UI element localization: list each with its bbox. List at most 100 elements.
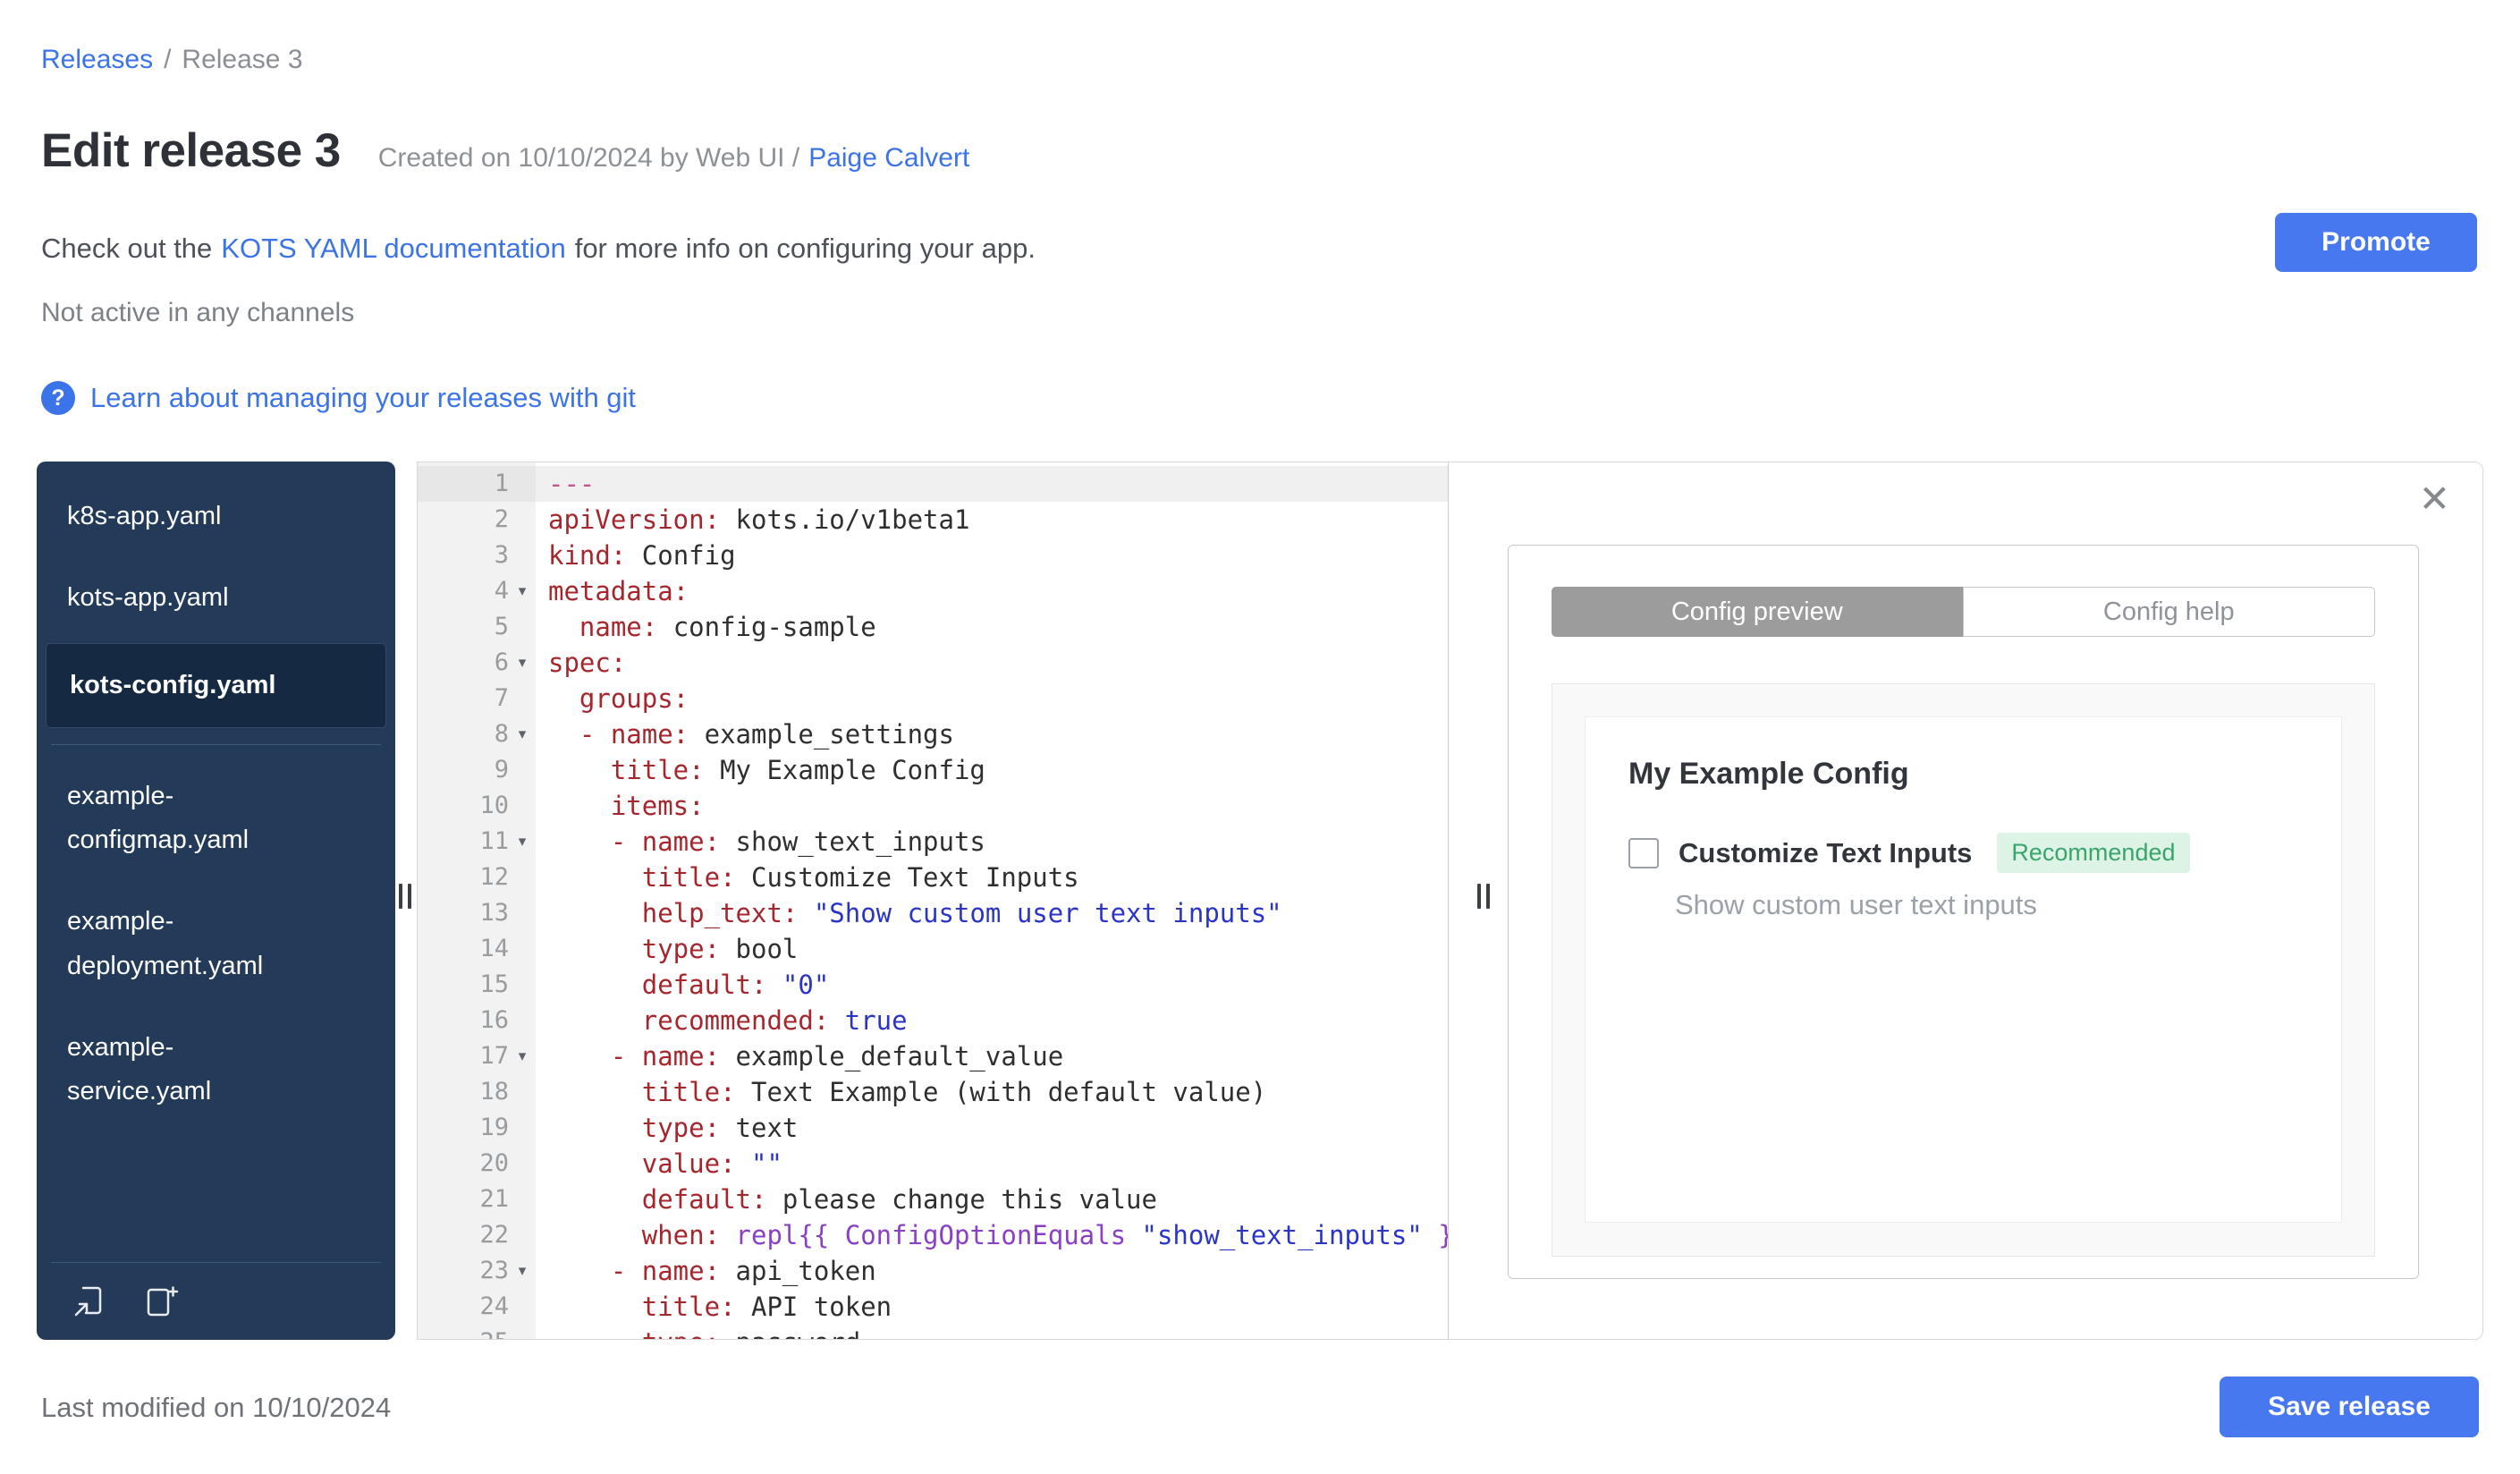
code-text: --- xyxy=(536,466,1448,502)
code-text: help_text: "Show custom user text inputs… xyxy=(641,898,1282,928)
fold-icon[interactable]: ▾ xyxy=(509,1038,536,1074)
promote-button[interactable]: Promote xyxy=(2275,213,2477,272)
sidebar-resize-handle[interactable] xyxy=(399,884,411,909)
new-file-icon[interactable] xyxy=(142,1283,180,1320)
code-text: items: xyxy=(610,791,705,821)
file-list: k8s-app.yaml kots-app.yaml kots-config.yam… xyxy=(37,462,395,1262)
code-line-7[interactable]: 7 groups: xyxy=(418,681,1448,716)
code-text: spec: xyxy=(548,648,627,678)
code-line-5[interactable]: 5 name: config-sample xyxy=(418,609,1448,645)
config-preview-panel: ✕ Config preview Config help My Example … xyxy=(1448,462,2482,1339)
code-line-9[interactable]: 9 title: My Example Config xyxy=(418,752,1448,788)
customize-text-inputs-checkbox[interactable] xyxy=(1628,837,1659,868)
code-line-12[interactable]: 12 title: Customize Text Inputs xyxy=(418,860,1448,895)
channel-status: Not active in any channels xyxy=(41,298,355,327)
file-sidebar: k8s-app.yaml kots-app.yaml kots-config.yam… xyxy=(37,462,395,1340)
code-line-17[interactable]: 17 ▾ - name: example_default_value xyxy=(418,1038,1448,1074)
code-line-1[interactable]: 1 --- xyxy=(418,466,1448,502)
code-line-3[interactable]: 3 kind: Config xyxy=(418,538,1448,573)
code-line-13[interactable]: 13 help_text: "Show custom user text inp… xyxy=(418,895,1448,931)
code-text: recommended: true xyxy=(641,1005,908,1036)
code-text: default: "0" xyxy=(641,970,830,1000)
author-link[interactable]: Paige Calvert xyxy=(808,143,969,174)
file-item-kots-config.yaml[interactable]: kots-config.yaml xyxy=(46,642,386,728)
breadcrumb: Releases / Release 3 xyxy=(41,45,303,75)
fold-icon[interactable]: ▾ xyxy=(509,716,536,752)
breadcrumb-current: Release 3 xyxy=(182,45,303,74)
code-text: type: password xyxy=(536,1325,1448,1339)
file-item-kots-app.yaml[interactable]: kots-app.yaml xyxy=(37,557,321,639)
fold-icon[interactable]: ▾ xyxy=(509,1253,536,1289)
file-item-k8s-app.yaml[interactable]: k8s-app.yaml xyxy=(37,476,321,557)
save-release-button[interactable]: Save release xyxy=(2220,1377,2479,1437)
line-number: 13 xyxy=(479,899,509,927)
tab-config-preview[interactable]: Config preview xyxy=(1552,587,1963,637)
line-number: 23 ▾ xyxy=(418,1253,536,1289)
line-number: 18 xyxy=(479,1078,509,1106)
line-number: 15 xyxy=(479,970,509,998)
code-line-15[interactable]: 15 default: "0" xyxy=(418,967,1448,1003)
code-line-6[interactable]: 6 ▾ spec: xyxy=(418,645,1448,681)
code-line-14[interactable]: 14 type: bool xyxy=(418,931,1448,967)
yaml-editor[interactable]: 1 --- 2 apiVersion: kots.io/v1beta1 3 kind: C… xyxy=(418,462,1448,1339)
code-text: title: Customize Text Inputs xyxy=(641,862,1079,893)
created-text: Created on 10/10/2024 by Web UI / xyxy=(377,143,800,173)
code-line-19[interactable]: 19 type: text xyxy=(418,1110,1448,1146)
code-text: - name: show_text_inputs xyxy=(610,826,985,857)
fold-icon[interactable]: ▾ xyxy=(509,645,536,681)
code-lines: 1 --- 2 apiVersion: kots.io/v1beta1 3 kind: C… xyxy=(418,466,1448,1339)
line-number: 25 xyxy=(418,1325,536,1339)
code-line-10[interactable]: 10 items: xyxy=(418,788,1448,824)
title-row: Edit release 3 Created on 10/10/2024 by … xyxy=(41,123,969,178)
line-number: 1 xyxy=(418,466,536,502)
code-text: title: My Example Config xyxy=(610,755,985,785)
file-item-example-configmap.yaml[interactable]: example-configmap.yaml xyxy=(37,756,321,882)
line-number: 8 ▾ xyxy=(418,716,536,752)
code-line-8[interactable]: 8 ▾ - name: example_settings xyxy=(418,716,1448,752)
fold-icon[interactable]: ▾ xyxy=(509,824,536,860)
code-text: name: config-sample xyxy=(579,612,876,642)
panel-resize-handle[interactable] xyxy=(1477,884,1490,909)
code-text: type: bool xyxy=(641,934,799,964)
line-number: 24 xyxy=(479,1292,509,1320)
git-docs-link[interactable]: Learn about managing your releases with … xyxy=(90,382,636,414)
code-line-24[interactable]: 24 title: API token xyxy=(418,1289,1448,1325)
line-number: 2 xyxy=(494,505,509,533)
file-item-example-deployment.yaml[interactable]: example-deployment.yaml xyxy=(37,881,321,1007)
code-line-11[interactable]: 11 ▾ - name: show_text_inputs xyxy=(418,824,1448,860)
code-text: groups: xyxy=(579,683,689,714)
fold-icon[interactable]: ▾ xyxy=(509,573,536,609)
code-line-25[interactable]: 25 type: password xyxy=(418,1325,1448,1339)
sidebar-actions xyxy=(51,1262,381,1340)
code-line-20[interactable]: 20 value: "" xyxy=(418,1146,1448,1182)
file-item-example-service.yaml[interactable]: example-service.yaml xyxy=(37,1007,321,1133)
code-text: kind: Config xyxy=(548,540,736,571)
code-text: - name: example_settings xyxy=(579,719,954,750)
release-editor-page: Releases / Release 3 Edit release 3 Crea… xyxy=(0,0,2520,1474)
question-icon: ? xyxy=(41,381,75,415)
close-icon[interactable]: ✕ xyxy=(2419,480,2450,518)
editor-wrap: 1 --- 2 apiVersion: kots.io/v1beta1 3 kind: C… xyxy=(417,462,2483,1340)
breadcrumb-releases-link[interactable]: Releases xyxy=(41,45,153,75)
code-text: value: "" xyxy=(641,1148,782,1179)
line-number: 22 xyxy=(479,1221,509,1249)
line-number: 17 ▾ xyxy=(418,1038,536,1074)
config-preview-area: My Example Config Customize Text Inputs … xyxy=(1552,683,2375,1257)
code-line-2[interactable]: 2 apiVersion: kots.io/v1beta1 xyxy=(418,502,1448,538)
import-file-icon[interactable] xyxy=(71,1283,108,1320)
code-line-21[interactable]: 21 default: please change this value xyxy=(418,1182,1448,1217)
code-text: default: please change this value xyxy=(641,1184,1157,1215)
code-line-18[interactable]: 18 title: Text Example (with default val… xyxy=(418,1074,1448,1110)
code-line-16[interactable]: 16 recommended: true xyxy=(418,1003,1448,1038)
code-line-4[interactable]: 4 ▾ metadata: xyxy=(418,573,1448,609)
kots-docs-link[interactable]: KOTS YAML documentation xyxy=(221,233,565,265)
config-item-label[interactable]: Customize Text Inputs xyxy=(1679,837,1972,869)
tab-config-help[interactable]: Config help xyxy=(1962,587,2375,637)
code-text: metadata: xyxy=(548,576,689,606)
line-number: 5 xyxy=(494,613,509,640)
code-text: title: Text Example (with default value) xyxy=(641,1077,1267,1107)
file-list-divider xyxy=(51,743,381,745)
code-text: apiVersion: kots.io/v1beta1 xyxy=(548,504,970,535)
code-line-22[interactable]: 22 when: repl{{ ConfigOptionEquals "show… xyxy=(418,1217,1448,1253)
code-line-23[interactable]: 23 ▾ - name: api_token xyxy=(418,1253,1448,1289)
